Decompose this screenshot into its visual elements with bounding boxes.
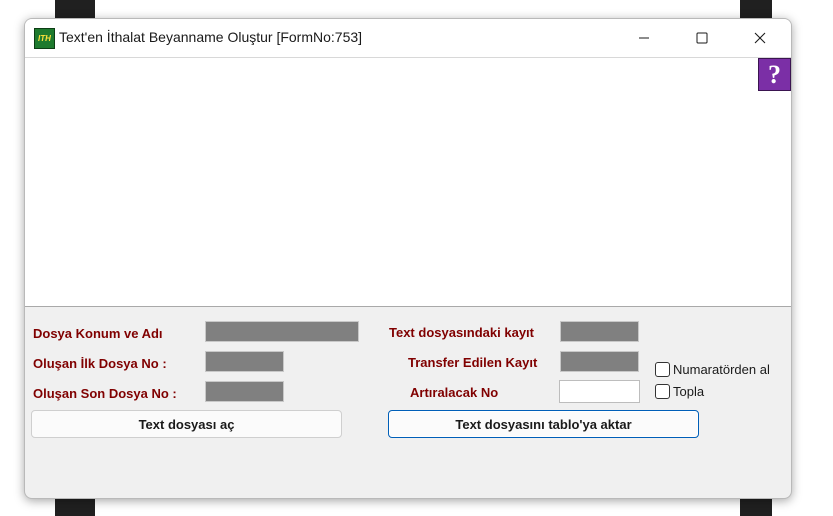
main-window: ITH Text'en İthalat Beyanname Oluştur [F… bbox=[24, 18, 792, 499]
artirilacak-input[interactable] bbox=[559, 380, 640, 403]
dosya-konum-label: Dosya Konum ve Adı bbox=[33, 326, 163, 341]
numaratorden-label[interactable]: Numaratörden al bbox=[673, 362, 770, 377]
kayit-field bbox=[560, 321, 639, 342]
minimize-button[interactable] bbox=[615, 19, 673, 57]
numaratorden-checkbox[interactable] bbox=[655, 362, 670, 377]
maximize-button[interactable] bbox=[673, 19, 731, 57]
close-icon bbox=[754, 32, 766, 44]
window-title: Text'en İthalat Beyanname Oluştur [FormN… bbox=[59, 29, 363, 45]
help-icon: ? bbox=[768, 59, 781, 89]
minimize-icon bbox=[639, 37, 649, 39]
transfer-label: Transfer Edilen Kayıt bbox=[408, 355, 538, 370]
transfer-to-table-button[interactable]: Text dosyasını tablo'ya aktar bbox=[388, 410, 699, 438]
app-icon-text: ITH bbox=[38, 34, 51, 43]
kayit-label: Text dosyasındaki kayıt bbox=[389, 325, 534, 340]
content-panel: ? bbox=[25, 58, 791, 307]
ilk-dosya-field bbox=[205, 351, 284, 372]
transfer-field bbox=[560, 351, 639, 372]
open-text-file-button[interactable]: Text dosyası aç bbox=[31, 410, 342, 438]
son-dosya-field bbox=[205, 381, 284, 402]
dosya-konum-field bbox=[205, 321, 359, 342]
artirilacak-label: Artıralacak No bbox=[410, 385, 499, 400]
title-bar[interactable]: ITH Text'en İthalat Beyanname Oluştur [F… bbox=[25, 19, 791, 58]
topla-checkbox[interactable] bbox=[655, 384, 670, 399]
ilk-dosya-label: Oluşan İlk Dosya No : bbox=[33, 356, 167, 371]
topla-label[interactable]: Topla bbox=[673, 384, 704, 399]
son-dosya-label: Oluşan Son Dosya No : bbox=[33, 386, 177, 401]
help-button[interactable]: ? bbox=[758, 58, 791, 91]
app-icon: ITH bbox=[34, 28, 55, 49]
close-button[interactable] bbox=[731, 19, 789, 57]
maximize-icon bbox=[696, 32, 708, 44]
